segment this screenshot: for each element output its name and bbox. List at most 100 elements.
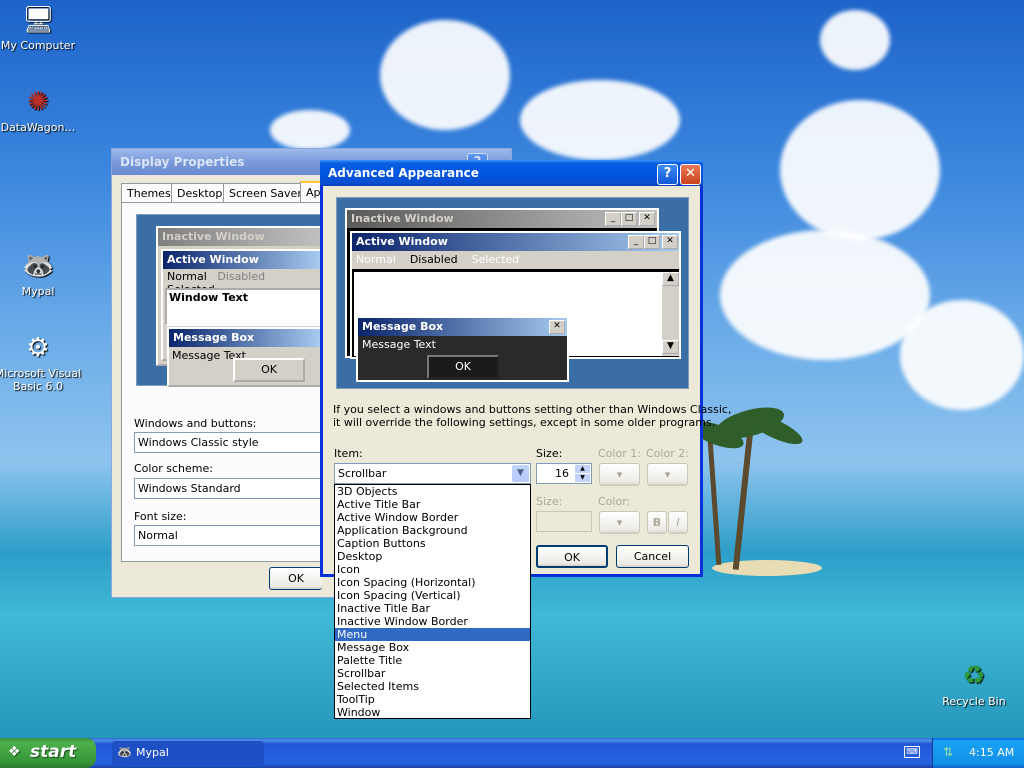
- size-spinner[interactable]: 16 ▲ ▼: [536, 463, 592, 484]
- item-dropdown-list[interactable]: 3D Objects Active Title Bar Active Windo…: [334, 484, 531, 719]
- menu-normal: Normal: [356, 253, 396, 266]
- preview-menubar: Normal Disabled Selected: [163, 269, 320, 296]
- close-button[interactable]: ✕: [680, 164, 701, 185]
- computer-icon: 🖥: [22, 5, 56, 35]
- taskbar: ❖ start 🦝 Mypal ⌨ ⇅ 4:15 AM: [0, 738, 1024, 768]
- tab-desktop[interactable]: Desktop: [171, 183, 229, 203]
- mypal-icon: 🦝: [117, 745, 132, 759]
- list-item[interactable]: Palette Title: [335, 654, 530, 667]
- menu-selected: Selected: [471, 253, 520, 266]
- help-button[interactable]: ?: [657, 164, 678, 185]
- color-scheme-select[interactable]: Windows Standard: [134, 478, 322, 499]
- desktop-icon-mypal[interactable]: 🦝 Mypal: [0, 250, 83, 298]
- window-title: Advanced Appearance: [328, 166, 479, 180]
- adv-preview-menubar: Normal Disabled Selected: [352, 251, 679, 269]
- desktop-icon-label: DataWagon…: [0, 121, 76, 134]
- clock[interactable]: 4:15 AM: [969, 746, 1014, 759]
- datawagon-icon: ✺: [27, 87, 49, 117]
- desktop-icon-my-computer[interactable]: 🖥 My Computer: [0, 4, 83, 52]
- font-size-label: Size:: [536, 495, 563, 508]
- list-item[interactable]: Scrollbar: [335, 667, 530, 680]
- list-item[interactable]: Caption Buttons: [335, 537, 530, 550]
- tab-screen-saver[interactable]: Screen Saver: [223, 183, 308, 203]
- item-label: Item:: [334, 447, 363, 460]
- list-item[interactable]: Icon Spacing (Vertical): [335, 589, 530, 602]
- ok-button[interactable]: OK: [536, 545, 608, 568]
- adv-preview-message-title: Message Box: [358, 318, 567, 336]
- desktop-icon-label: My Computer: [0, 39, 76, 52]
- font-color-label: Color:: [598, 495, 631, 508]
- windows-logo-icon: ❖: [8, 744, 21, 760]
- preview-inactive-title: Inactive Window: [158, 228, 320, 246]
- desktop-icon-label: Mypal: [21, 285, 55, 298]
- list-item[interactable]: 3D Objects: [335, 485, 530, 498]
- color1-button[interactable]: ▾: [599, 463, 640, 486]
- list-item[interactable]: Icon Spacing (Horizontal): [335, 576, 530, 589]
- close-icon: ✕: [662, 235, 678, 249]
- menu-normal: Normal: [167, 270, 207, 283]
- adv-preview-ok-button: OK: [427, 355, 499, 379]
- adv-preview-message-box: Message Box ✕ Message Text OK: [356, 316, 569, 382]
- spin-up-icon[interactable]: ▲: [575, 465, 590, 473]
- menu-disabled: Disabled: [217, 270, 266, 283]
- italic-button[interactable]: I: [668, 511, 688, 534]
- desktop-icon-recycle-bin[interactable]: ♻ Recycle Bin: [929, 660, 1019, 708]
- window-title: Display Properties: [120, 155, 245, 169]
- info-text-line2: it will override the following settings,…: [333, 416, 716, 429]
- windows-buttons-label: Windows and buttons:: [134, 417, 257, 430]
- list-item[interactable]: Icon: [335, 563, 530, 576]
- start-button[interactable]: ❖ start: [0, 738, 96, 768]
- preview-scrollbar: ▲ ▼: [662, 272, 679, 356]
- list-item[interactable]: Window: [335, 706, 530, 719]
- preview-message-box: Message Box Message Text OK: [167, 327, 322, 387]
- recycle-bin-icon: ♻: [962, 661, 986, 691]
- list-item-highlighted[interactable]: Menu: [335, 628, 530, 641]
- advanced-appearance-titlebar[interactable]: Advanced Appearance ? ✕: [320, 160, 703, 186]
- preview-active-title: Active Window: [163, 251, 320, 269]
- close-icon: ✕: [549, 320, 565, 334]
- info-text-line1: If you select a windows and buttons sett…: [333, 403, 732, 416]
- tab-themes[interactable]: Themes: [121, 183, 177, 203]
- list-item[interactable]: Desktop: [335, 550, 530, 563]
- font-color-button[interactable]: ▾: [599, 511, 640, 534]
- cancel-button[interactable]: Cancel: [616, 545, 689, 568]
- list-item[interactable]: Application Background: [335, 524, 530, 537]
- desktop-icon-datawagon[interactable]: ✺ DataWagon…: [0, 86, 83, 134]
- list-item[interactable]: Active Window Border: [335, 511, 530, 524]
- desktop-icon-label: Recycle Bin: [942, 695, 1006, 708]
- windows-buttons-select[interactable]: Windows Classic style: [134, 432, 322, 453]
- preview-ok-button: OK: [233, 358, 305, 382]
- font-size-select[interactable]: Normal: [134, 525, 322, 546]
- font-size-select[interactable]: [536, 511, 592, 532]
- list-item[interactable]: Selected Items: [335, 680, 530, 693]
- spin-down-icon[interactable]: ▼: [575, 474, 590, 482]
- bold-button[interactable]: B: [647, 511, 667, 534]
- island: [712, 560, 822, 576]
- display-properties-ok-button[interactable]: OK: [269, 567, 322, 590]
- keyboard-icon[interactable]: ⌨: [904, 746, 920, 758]
- taskbar-button-mypal[interactable]: 🦝 Mypal: [112, 741, 264, 765]
- item-select[interactable]: Scrollbar ▼: [334, 463, 531, 484]
- list-item[interactable]: ToolTip: [335, 693, 530, 706]
- visual-basic-icon: ⚙: [26, 333, 50, 363]
- palm-tree: [732, 430, 754, 570]
- mypal-icon: 🦝: [22, 251, 55, 281]
- list-item[interactable]: Inactive Title Bar: [335, 602, 530, 615]
- color1-label: Color 1:: [598, 447, 641, 460]
- minimize-icon: _: [605, 212, 621, 226]
- list-item[interactable]: Active Title Bar: [335, 498, 530, 511]
- desktop-icon-label: Microsoft Visual Basic 6.0: [0, 367, 82, 393]
- network-icon[interactable]: ⇅: [943, 745, 953, 759]
- chevron-down-icon[interactable]: ▼: [512, 465, 529, 482]
- preview-message-title: Message Box: [169, 329, 320, 347]
- list-item[interactable]: Message Box: [335, 641, 530, 654]
- color-scheme-label: Color scheme:: [134, 462, 213, 475]
- color2-label: Color 2:: [646, 447, 689, 460]
- desktop-icon-visual-basic[interactable]: ⚙ Microsoft Visual Basic 6.0: [0, 332, 83, 393]
- scroll-up-icon: ▲: [662, 272, 679, 286]
- menu-disabled: Disabled: [409, 253, 458, 266]
- start-label: start: [30, 742, 77, 762]
- maximize-icon: □: [621, 212, 637, 226]
- list-item[interactable]: Inactive Window Border: [335, 615, 530, 628]
- color2-button[interactable]: ▾: [647, 463, 688, 486]
